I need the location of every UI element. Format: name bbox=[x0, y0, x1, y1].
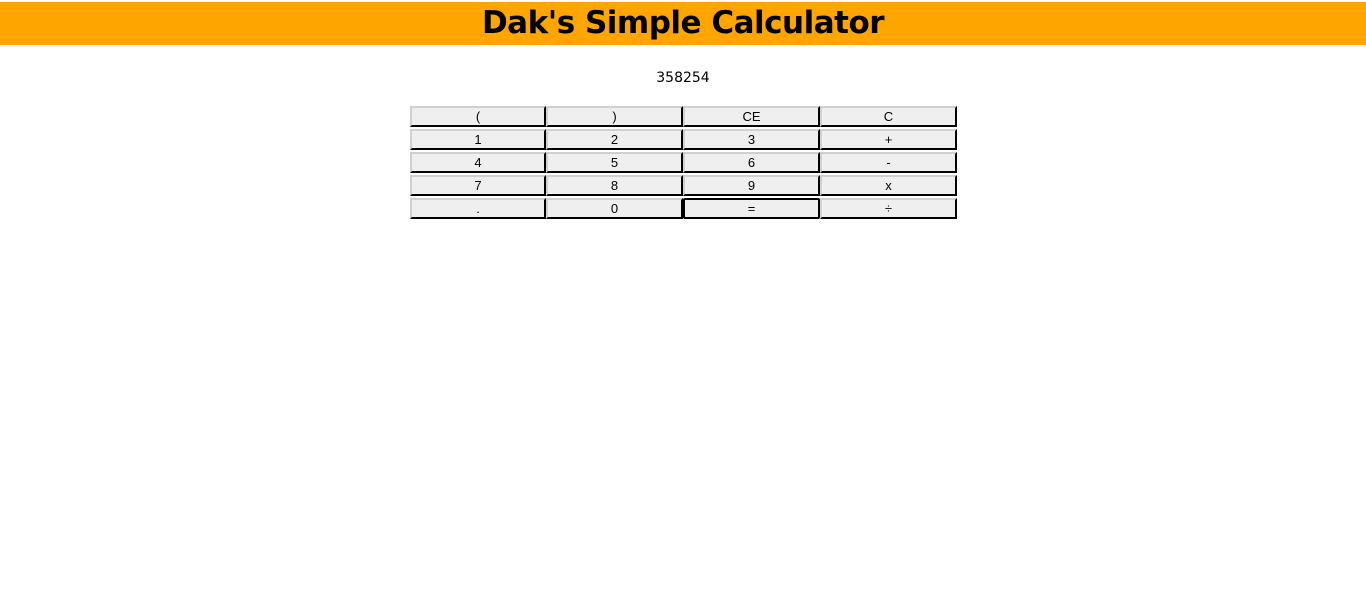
multiply-button[interactable]: x bbox=[820, 175, 957, 196]
keypad-row: . 0 = ÷ bbox=[410, 198, 957, 221]
digit-4-button[interactable]: 4 bbox=[410, 152, 546, 173]
digit-9-button[interactable]: 9 bbox=[683, 175, 820, 196]
open-paren-button[interactable]: ( bbox=[410, 106, 546, 127]
digit-2-button[interactable]: 2 bbox=[546, 129, 683, 150]
digit-1-button[interactable]: 1 bbox=[410, 129, 546, 150]
digit-8-button[interactable]: 8 bbox=[546, 175, 683, 196]
digit-3-button[interactable]: 3 bbox=[683, 129, 820, 150]
keypad-row: 1 2 3 + bbox=[410, 129, 957, 152]
digit-0-button[interactable]: 0 bbox=[546, 198, 683, 219]
minus-button[interactable]: - bbox=[820, 152, 957, 173]
digit-7-button[interactable]: 7 bbox=[410, 175, 546, 196]
page-header: Dak's Simple Calculator bbox=[0, 2, 1366, 45]
clear-button[interactable]: C bbox=[820, 106, 957, 127]
clear-entry-button[interactable]: CE bbox=[683, 106, 820, 127]
close-paren-button[interactable]: ) bbox=[546, 106, 683, 127]
plus-button[interactable]: + bbox=[820, 129, 957, 150]
keypad-row: 7 8 9 x bbox=[410, 175, 957, 198]
equals-button[interactable]: = bbox=[683, 198, 820, 219]
decimal-button[interactable]: . bbox=[410, 198, 546, 219]
keypad-row: ( ) CE C bbox=[410, 106, 957, 129]
keypad-row: 4 5 6 - bbox=[410, 152, 957, 175]
divide-button[interactable]: ÷ bbox=[820, 198, 957, 219]
page-title: Dak's Simple Calculator bbox=[481, 5, 885, 41]
calculator-keypad: ( ) CE C 1 2 3 + 4 5 6 - 7 8 9 x . 0 = ÷ bbox=[410, 106, 957, 221]
digit-6-button[interactable]: 6 bbox=[683, 152, 820, 173]
digit-5-button[interactable]: 5 bbox=[546, 152, 683, 173]
calculator-display: 358254 bbox=[656, 70, 710, 86]
